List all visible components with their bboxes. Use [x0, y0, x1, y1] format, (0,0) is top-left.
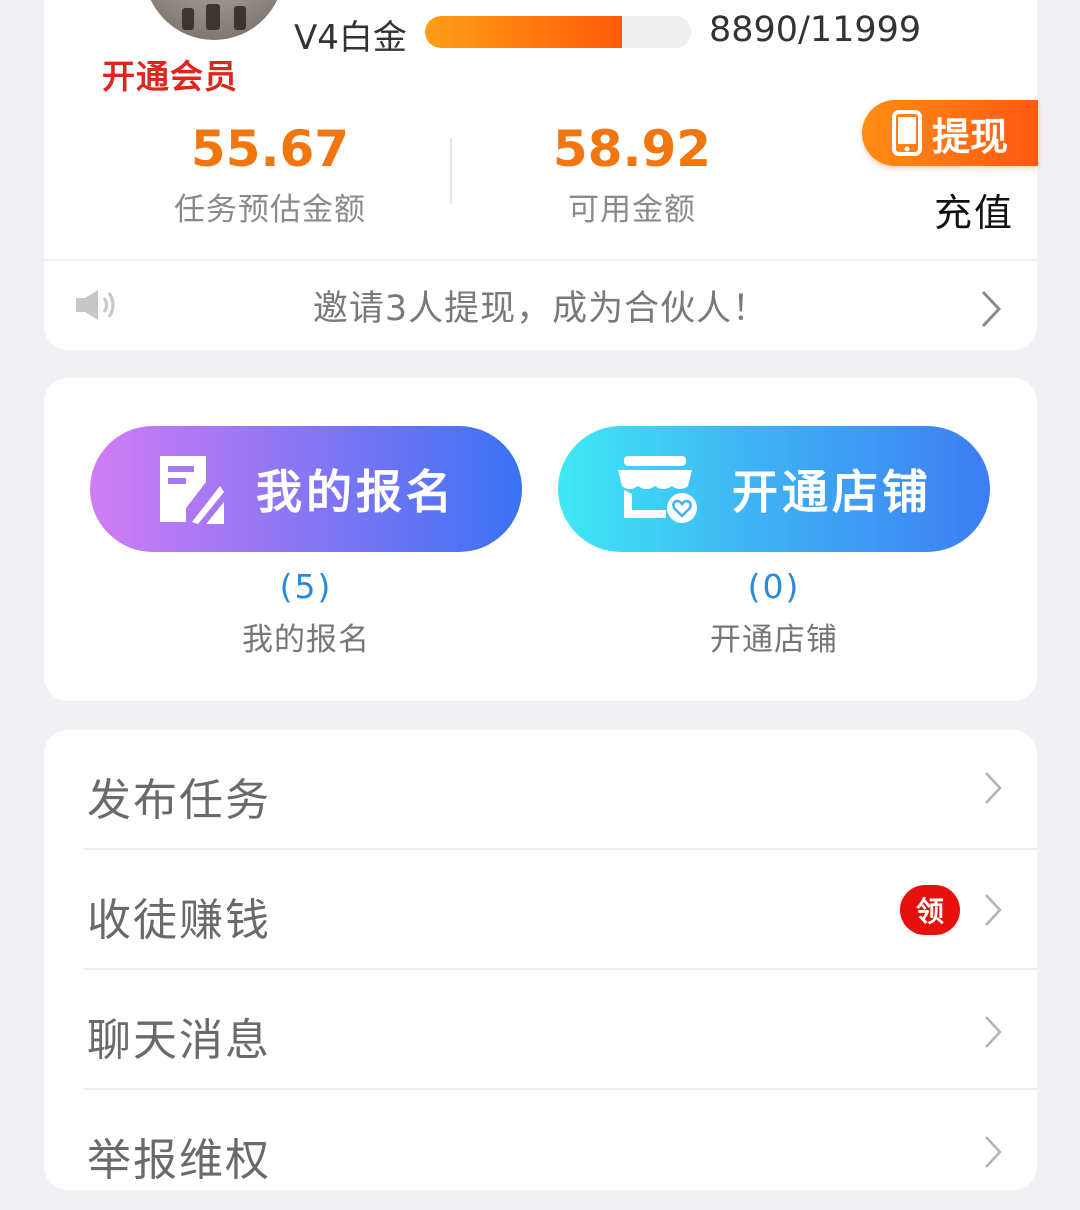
- available-amount-stat[interactable]: 58.92 可用金额: [507, 120, 757, 229]
- open-shop-button[interactable]: 开通店铺: [558, 426, 990, 552]
- chevron-right-icon: [985, 772, 1002, 804]
- menu-item-recruit-earn[interactable]: 收徒赚钱 领: [44, 850, 1037, 970]
- claim-badge: 领: [900, 885, 960, 935]
- stat-divider: [450, 138, 452, 204]
- chevron-right-icon: [985, 1136, 1002, 1168]
- level-progress-bar: [425, 16, 691, 48]
- available-amount-label: 可用金额: [568, 192, 696, 228]
- menu-item-label: 举报维权: [87, 1135, 271, 1186]
- menu-item-report-rights[interactable]: 举报维权: [44, 1090, 1037, 1210]
- recharge-link[interactable]: 充值: [934, 182, 1014, 237]
- shop-icon: [618, 456, 697, 523]
- menu-item-publish-task[interactable]: 发布任务: [44, 730, 1037, 850]
- open-shop-count: (0): [747, 567, 801, 606]
- menu-item-label: 发布任务: [87, 775, 271, 826]
- open-shop-summary[interactable]: (0) 开通店铺: [558, 566, 990, 659]
- chevron-right-icon: [981, 290, 1002, 328]
- level-progress-fill: [425, 16, 623, 48]
- quick-actions-card: 我的报名 开通店铺 (5) 我的报名 (0) 开通店铺: [44, 378, 1037, 701]
- my-signups-button[interactable]: 我的报名: [90, 426, 522, 552]
- task-estimate-stat[interactable]: 55.67 任务预估金额: [145, 120, 395, 229]
- open-shop-label: 开通店铺: [710, 622, 838, 658]
- account-summary-card: 开通会员 V4白金 8890/11999 55.67 任务预估金额 58.92 …: [44, 0, 1038, 350]
- my-signups-label: 我的报名: [242, 622, 370, 658]
- notice-bar[interactable]: 邀请3人提现，成为合伙人！: [44, 261, 1037, 350]
- open-membership-link[interactable]: 开通会员: [102, 50, 238, 98]
- chevron-right-icon: [985, 894, 1002, 926]
- level-progress-text: 8890/11999: [709, 10, 922, 50]
- open-shop-title: 开通店铺: [732, 465, 932, 519]
- menu-list-card: 发布任务 收徒赚钱 领 聊天消息 举报维权: [44, 730, 1037, 1190]
- chevron-right-icon: [985, 1016, 1002, 1048]
- signup-form-icon: [160, 456, 224, 524]
- available-amount: 58.92: [552, 120, 712, 178]
- withdraw-button[interactable]: 提现: [862, 100, 1038, 166]
- phone-icon: [891, 110, 922, 156]
- task-estimate-label: 任务预估金额: [174, 192, 366, 228]
- member-level: V4白金: [294, 18, 407, 58]
- speaker-icon: [76, 290, 115, 320]
- task-estimate-amount: 55.67: [190, 120, 350, 178]
- menu-item-label: 收徒赚钱: [87, 895, 271, 946]
- my-signups-title: 我的报名: [256, 465, 456, 519]
- menu-item-label: 聊天消息: [87, 1015, 271, 1066]
- menu-item-chat-messages[interactable]: 聊天消息: [44, 970, 1037, 1090]
- my-signups-summary[interactable]: (5) 我的报名: [90, 566, 522, 659]
- avatar[interactable]: [144, 0, 284, 40]
- notice-text: 邀请3人提现，成为合伙人！: [312, 289, 769, 329]
- my-signups-count: (5): [279, 567, 333, 606]
- withdraw-label: 提现: [931, 114, 1008, 159]
